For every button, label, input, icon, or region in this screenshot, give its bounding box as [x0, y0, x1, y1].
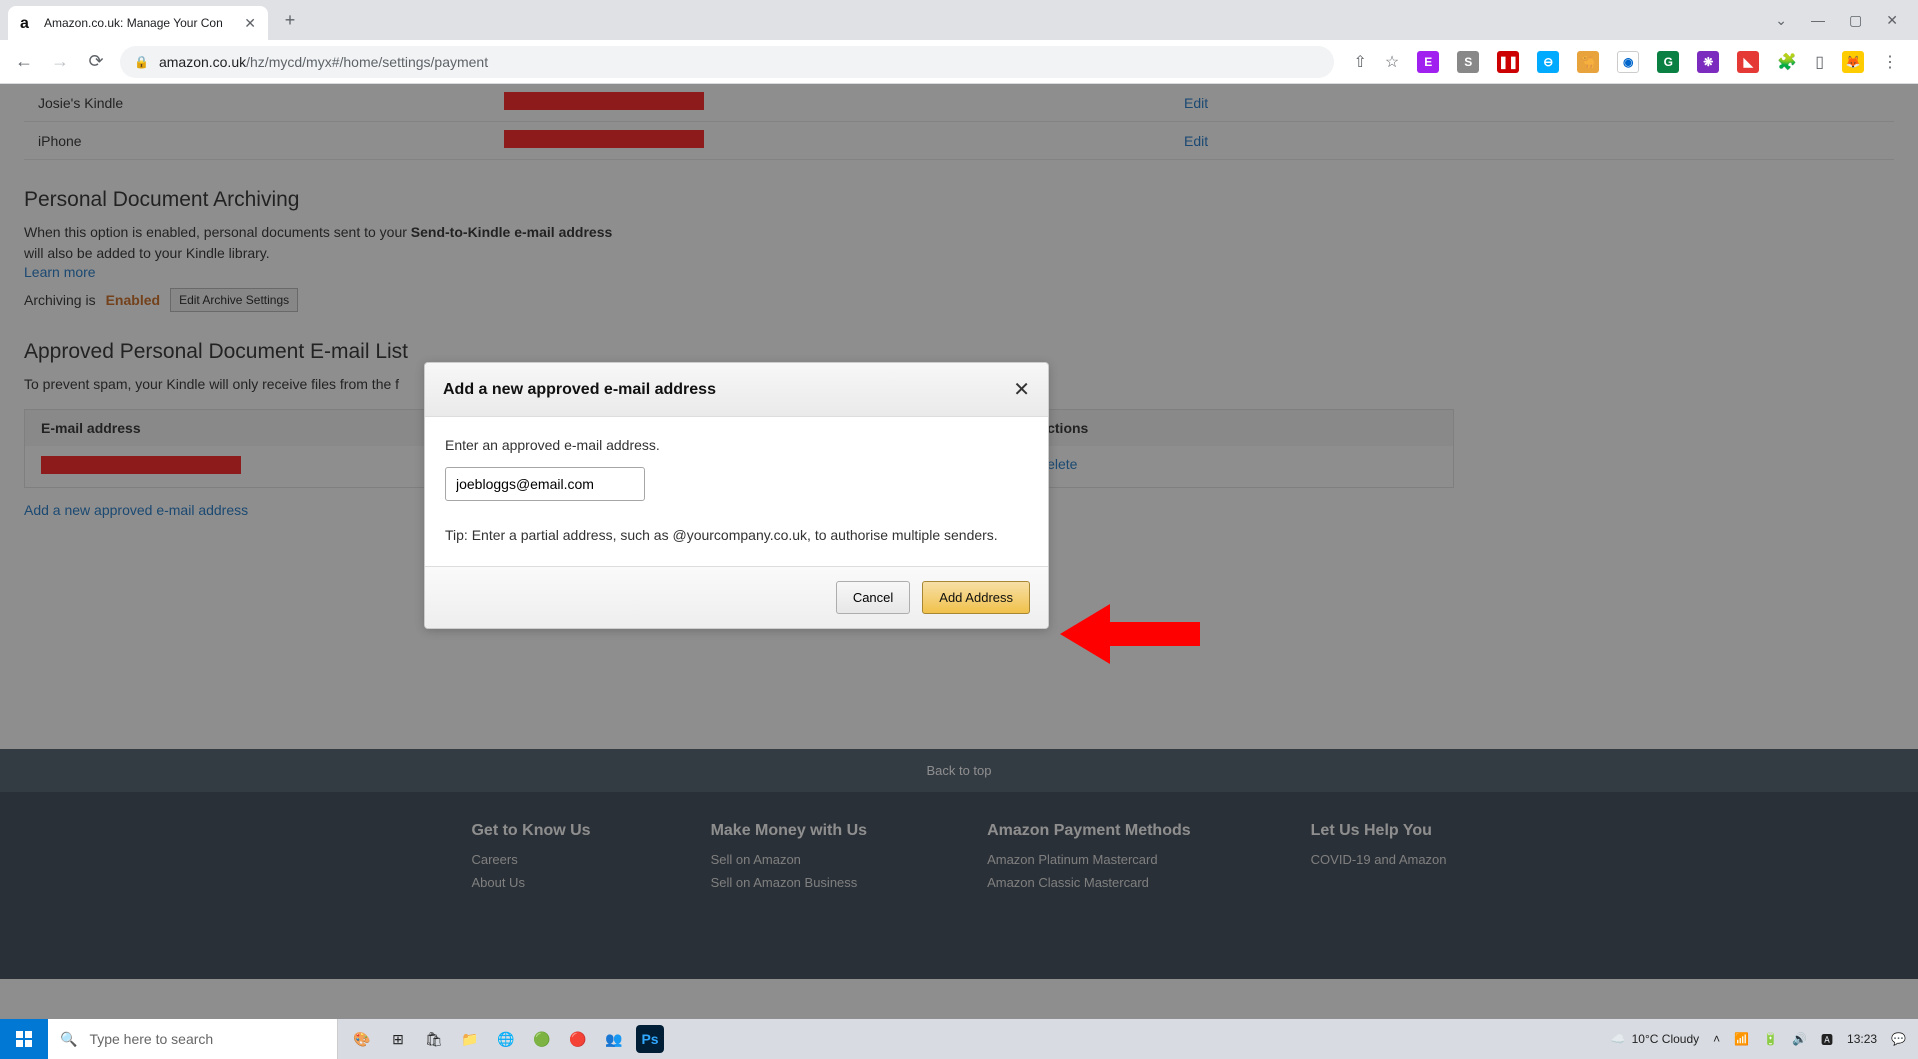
annotation-arrow [1060, 594, 1200, 674]
weather-text: 10°C Cloudy [1632, 1032, 1700, 1046]
close-modal-icon[interactable]: ✕ [1013, 377, 1030, 402]
add-email-modal: Add a new approved e-mail address ✕ Ente… [424, 362, 1049, 629]
amazon-favicon: a [20, 15, 36, 31]
extension-icon[interactable]: ⊖ [1537, 51, 1559, 73]
add-address-button[interactable]: Add Address [922, 581, 1030, 614]
tray-chevron-icon[interactable]: ˄ [1713, 1032, 1720, 1046]
extension-icon[interactable]: E [1417, 51, 1439, 73]
extension-icon[interactable]: ◣ [1737, 51, 1759, 73]
forward-button[interactable]: → [48, 51, 72, 72]
extension-icon[interactable]: 🦊 [1842, 51, 1864, 73]
browser-tab-strip: a Amazon.co.uk: Manage Your Con ✕ + ⌄ — … [0, 0, 1918, 40]
task-view-icon[interactable]: ⊞ [384, 1025, 412, 1053]
file-explorer-icon[interactable]: 📁 [456, 1025, 484, 1053]
back-button[interactable]: ← [12, 51, 36, 72]
search-icon: 🔍 [60, 1031, 77, 1048]
browser-tab[interactable]: a Amazon.co.uk: Manage Your Con ✕ [8, 6, 268, 40]
windows-taskbar: 🔍 Type here to search 🎨 ⊞ 🛍 📁 🌐 🟢 🔴 👥 Ps… [0, 1019, 1918, 1059]
url-bar[interactable]: 🔒 amazon.co.uk/hz/mycd/myx#/home/setting… [120, 46, 1334, 78]
clock[interactable]: 13:23 [1847, 1032, 1877, 1046]
close-window-icon[interactable]: ✕ [1886, 12, 1898, 29]
teams-icon[interactable]: 👥 [600, 1025, 628, 1053]
extension-icon[interactable]: 🐪 [1577, 51, 1599, 73]
url-domain: amazon.co.uk [159, 54, 246, 70]
cancel-button[interactable]: Cancel [836, 581, 910, 614]
weather-icon: ☁️ [1611, 1032, 1626, 1046]
chrome-icon[interactable]: 🌐 [492, 1025, 520, 1053]
volume-icon[interactable]: 🔊 [1792, 1032, 1807, 1046]
maximize-icon[interactable]: ▢ [1849, 12, 1862, 29]
photoshop-icon[interactable]: Ps [636, 1025, 664, 1053]
star-icon[interactable]: ☆ [1385, 52, 1399, 72]
share-icon[interactable]: ⇧ [1354, 52, 1367, 72]
extension-icon[interactable]: ❚❚ [1497, 51, 1519, 73]
weather-widget[interactable]: ☁️ 10°C Cloudy [1611, 1032, 1699, 1046]
spotify-icon[interactable]: 🟢 [528, 1025, 556, 1053]
wifi-icon[interactable]: 📶 [1734, 1032, 1749, 1046]
extension-icon[interactable]: ❋ [1697, 51, 1719, 73]
extension-icon[interactable]: ◉ [1617, 51, 1639, 73]
modal-prompt: Enter an approved e-mail address. [445, 437, 1028, 453]
app-icon[interactable]: 🔴 [564, 1025, 592, 1053]
extension-icon[interactable]: S [1457, 51, 1479, 73]
cortana-icon[interactable]: 🎨 [348, 1025, 376, 1053]
url-path: /hz/mycd/myx#/home/settings/payment [246, 54, 488, 70]
menu-icon[interactable]: ⋮ [1882, 52, 1898, 72]
chevron-down-icon[interactable]: ⌄ [1775, 12, 1787, 29]
window-controls: ⌄ — ▢ ✕ [1775, 12, 1918, 29]
tab-title: Amazon.co.uk: Manage Your Con [44, 16, 236, 30]
lock-icon: 🔒 [134, 55, 149, 69]
search-placeholder: Type here to search [89, 1031, 213, 1047]
email-input[interactable] [445, 467, 645, 501]
minimize-icon[interactable]: — [1811, 12, 1825, 29]
toolbar-actions: ⇧ ☆ E S ❚❚ ⊖ 🐪 ◉ G ❋ ◣ 🧩 ▯ 🦊 ⋮ [1346, 51, 1906, 73]
modal-tip: Tip: Enter a partial address, such as @y… [445, 525, 1028, 546]
start-button[interactable] [0, 1019, 48, 1059]
battery-icon[interactable]: 🔋 [1763, 1032, 1778, 1046]
close-tab-icon[interactable]: ✕ [244, 15, 256, 32]
grammarly-icon[interactable]: G [1657, 51, 1679, 73]
modal-title: Add a new approved e-mail address [443, 381, 716, 399]
reload-button[interactable]: ⟳ [84, 51, 108, 72]
microsoft-store-icon[interactable]: 🛍 [420, 1025, 448, 1053]
notifications-icon[interactable]: 💬 [1891, 1032, 1906, 1046]
browser-toolbar: ← → ⟳ 🔒 amazon.co.uk/hz/mycd/myx#/home/s… [0, 40, 1918, 84]
taskbar-search[interactable]: 🔍 Type here to search [48, 1019, 338, 1059]
new-tab-button[interactable]: + [276, 6, 304, 34]
sidepanel-icon[interactable]: ▯ [1815, 52, 1824, 72]
extensions-icon[interactable]: 🧩 [1777, 52, 1797, 72]
language-icon[interactable]: 🅰 [1821, 1031, 1833, 1048]
